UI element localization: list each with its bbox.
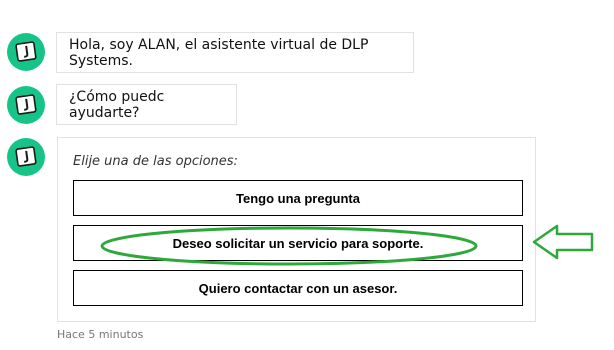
bot-message-bubble: Hola, soy ALAN, el asistente virtual de … xyxy=(56,32,414,73)
options-card: Elije una de las opciones: Tengo una pre… xyxy=(57,137,536,322)
robot-face-icon xyxy=(15,94,37,115)
option-button-support-service[interactable]: Deseo solicitar un servicio para soporte… xyxy=(73,225,523,261)
message-timestamp: Hace 5 minutos xyxy=(57,328,144,341)
bot-message-text: ¿Cómo puedc ayudarte? xyxy=(69,88,165,121)
robot-face-icon xyxy=(15,41,37,62)
option-button-question[interactable]: Tengo una pregunta xyxy=(73,180,523,216)
bot-avatar xyxy=(7,33,45,71)
bot-avatar xyxy=(7,138,45,176)
option-button-contact-advisor[interactable]: Quiero contactar con un asesor. xyxy=(73,270,523,306)
robot-face-icon xyxy=(15,146,37,167)
bot-message-text: Hola, soy ALAN, el asistente virtual de … xyxy=(69,36,369,69)
left-arrow-icon xyxy=(532,224,594,260)
bot-avatar xyxy=(7,86,45,124)
options-prompt: Elije una de las opciones: xyxy=(73,154,238,169)
bot-message-bubble: ¿Cómo puedc ayudarte? xyxy=(56,84,237,125)
